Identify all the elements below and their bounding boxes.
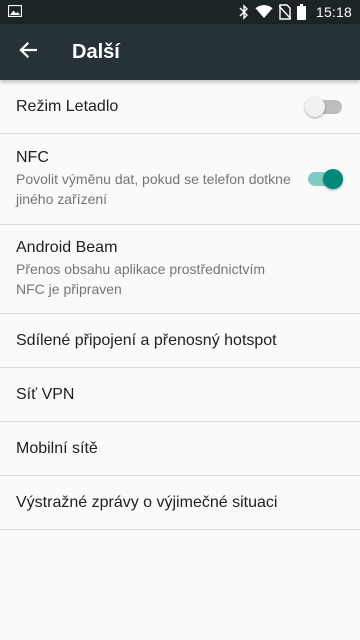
no-sim-icon — [278, 4, 291, 20]
settings-list: Režim Letadlo NFC Povolit výměnu dat, po… — [0, 80, 360, 530]
mobile-networks-title: Mobilní sítě — [16, 439, 98, 457]
status-bar: 15:18 — [0, 0, 360, 24]
airplane-mode-row[interactable]: Režim Letadlo — [0, 80, 360, 134]
page-title: Další — [72, 40, 120, 63]
bluetooth-icon — [239, 4, 249, 20]
wifi-icon — [255, 5, 273, 19]
android-beam-title: Android Beam — [16, 239, 118, 256]
image-icon — [7, 4, 23, 20]
back-button[interactable] — [0, 24, 56, 80]
battery-icon — [296, 4, 306, 20]
arrow-back-icon — [19, 41, 38, 64]
switch-thumb — [323, 169, 343, 189]
emergency-alerts-title: Výstražné zprávy o výjimečné situaci — [16, 493, 278, 511]
tethering-hotspot-title: Sdílené připojení a přenosný hotspot — [16, 331, 277, 349]
status-time: 15:18 — [315, 4, 352, 20]
nfc-switch[interactable] — [305, 169, 343, 189]
android-beam-row[interactable]: Android Beam Přenos obsahu aplikace pros… — [0, 225, 360, 314]
mobile-networks-row[interactable]: Mobilní sítě — [0, 422, 360, 476]
airplane-mode-switch[interactable] — [305, 96, 342, 117]
tethering-hotspot-row[interactable]: Sdílené připojení a přenosný hotspot — [0, 314, 360, 368]
nfc-row[interactable]: NFC Povolit výměnu dat, pokud se telefon… — [0, 134, 360, 225]
emergency-alerts-row[interactable]: Výstražné zprávy o výjimečné situaci — [0, 476, 360, 530]
android-beam-summary: Přenos obsahu aplikace prostřednictvím N… — [16, 261, 266, 297]
nfc-title: NFC — [16, 149, 49, 166]
nfc-summary: Povolit výměnu dat, pokud se telefon dot… — [16, 171, 291, 207]
airplane-mode-title: Režim Letadlo — [16, 97, 119, 115]
switch-thumb — [305, 96, 325, 117]
app-bar: Další — [0, 24, 360, 80]
vpn-title: Síť VPN — [16, 385, 75, 403]
vpn-row[interactable]: Síť VPN — [0, 368, 360, 422]
